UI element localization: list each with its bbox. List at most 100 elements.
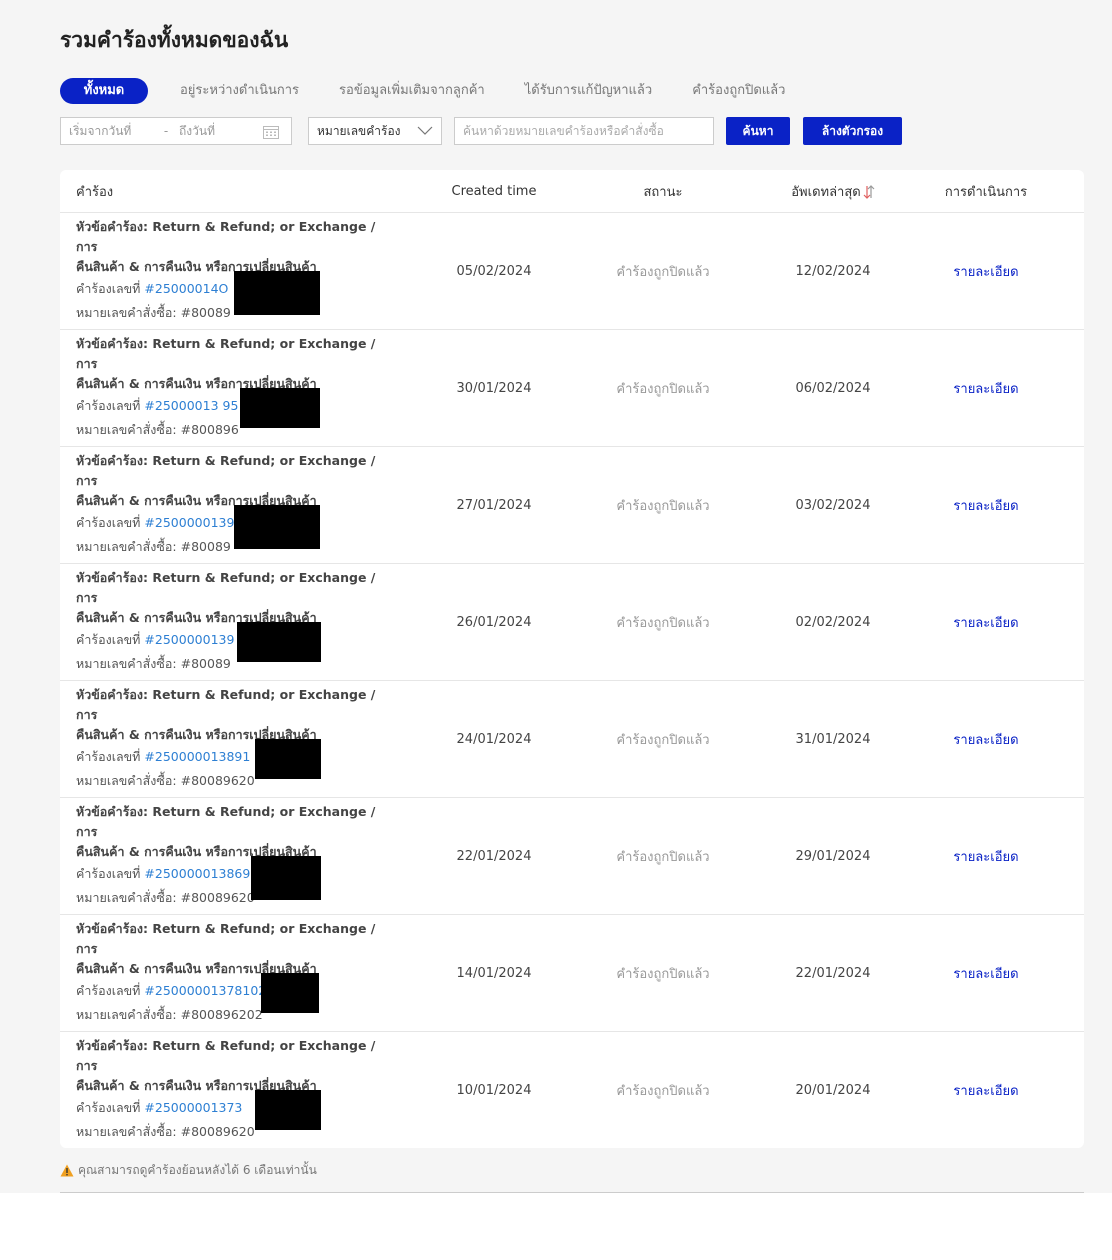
- redaction-block: [255, 1090, 321, 1130]
- action-cell: รายละเอียด: [888, 729, 1084, 750]
- table-row: หัวข้อคำร้อง: Return & Refund; or Exchan…: [60, 915, 1084, 1032]
- redaction-block: [261, 973, 319, 1013]
- updated-time: 29/01/2024: [795, 848, 871, 864]
- request-number-label: คำร้องเลขที่: [76, 515, 141, 530]
- request-cell: หัวข้อคำร้อง: Return & Refund; or Exchan…: [60, 334, 440, 442]
- request-number-link[interactable]: #2500000139: [144, 632, 234, 647]
- request-subject: หัวข้อคำร้อง: Return & Refund; or Exchan…: [76, 451, 396, 511]
- request-number-link[interactable]: #250000013869: [144, 866, 250, 881]
- notice-text: คุณสามารถดูคำร้องย้อนหลังได้ 6 เดือนเท่า…: [78, 1163, 317, 1177]
- status-text: คำร้องถูกปิดแล้ว: [616, 849, 710, 865]
- details-link[interactable]: รายละเอียด: [953, 1084, 1018, 1099]
- request-number-link[interactable]: #2500000139: [144, 515, 234, 530]
- requests-table: คำร้อง Created time สถานะ อัพเดทล่าสุด ก…: [60, 170, 1084, 1148]
- request-cell: หัวข้อคำร้อง: Return & Refund; or Exchan…: [60, 451, 440, 559]
- header-request: คำร้อง: [76, 184, 114, 200]
- redaction-block: [240, 388, 320, 428]
- sort-icon[interactable]: [863, 185, 875, 199]
- request-subject-line1: หัวข้อคำร้อง: Return & Refund; or Exchan…: [76, 921, 376, 956]
- request-number-link[interactable]: #250000013891: [144, 749, 250, 764]
- created-time: 30/01/2024: [456, 380, 532, 396]
- table-row: หัวข้อคำร้อง: Return & Refund; or Exchan…: [60, 564, 1084, 681]
- redaction-block: [255, 739, 321, 779]
- details-link[interactable]: รายละเอียด: [953, 850, 1018, 865]
- table-row: หัวข้อคำร้อง: Return & Refund; or Exchan…: [60, 447, 1084, 564]
- date-to-placeholder: ถึงวันที่: [179, 123, 215, 138]
- request-cell: หัวข้อคำร้อง: Return & Refund; or Exchan…: [60, 1036, 440, 1144]
- order-number-value: #80089620: [180, 890, 255, 905]
- request-subject: หัวข้อคำร้อง: Return & Refund; or Exchan…: [76, 1036, 396, 1096]
- request-subject-line1: หัวข้อคำร้อง: Return & Refund; or Exchan…: [76, 1038, 376, 1073]
- tab-in-progress[interactable]: อยู่ระหว่างดำเนินการ: [160, 78, 319, 104]
- order-number-label: หมายเลขคำสั่งซื้อ:: [76, 773, 177, 788]
- order-number-label: หมายเลขคำสั่งซื้อ:: [76, 890, 177, 905]
- request-subject: หัวข้อคำร้อง: Return & Refund; or Exchan…: [76, 802, 396, 862]
- date-separator: -: [163, 124, 169, 138]
- request-subject-line1: หัวข้อคำร้อง: Return & Refund; or Exchan…: [76, 453, 376, 488]
- details-link[interactable]: รายละเอียด: [953, 616, 1018, 631]
- order-number-value: #800896202: [180, 1007, 263, 1022]
- request-number-link[interactable]: #25000014O: [144, 281, 228, 296]
- updated-time: 06/02/2024: [795, 380, 871, 396]
- search-type-select[interactable]: หมายเลขคำร้อง: [308, 117, 442, 145]
- header-created: Created time: [451, 183, 537, 199]
- request-number-label: คำร้องเลขที่: [76, 1100, 141, 1115]
- updated-time: 22/01/2024: [795, 965, 871, 981]
- updated-time: 20/01/2024: [795, 1082, 871, 1098]
- header-action: การดำเนินการ: [944, 184, 1028, 200]
- order-number-line: หมายเลขคำสั่งซื้อ: #800896202: [76, 1003, 440, 1027]
- action-cell: รายละเอียด: [888, 495, 1084, 516]
- request-subject-line1: หัวข้อคำร้อง: Return & Refund; or Exchan…: [76, 804, 376, 839]
- status-text: คำร้องถูกปิดแล้ว: [616, 966, 710, 982]
- header-updated[interactable]: อัพเดทล่าสุด: [778, 181, 888, 202]
- page-title: รวมคำร้องทั้งหมดของฉัน: [60, 28, 289, 52]
- order-number-label: หมายเลขคำสั่งซื้อ:: [76, 305, 177, 320]
- request-subject-line1: หัวข้อคำร้อง: Return & Refund; or Exchan…: [76, 570, 376, 605]
- request-subject: หัวข้อคำร้อง: Return & Refund; or Exchan…: [76, 334, 396, 394]
- order-number-value: #80089620: [180, 1124, 255, 1139]
- order-number-label: หมายเลขคำสั่งซื้อ:: [76, 539, 177, 554]
- clear-filter-button[interactable]: ล้างตัวกรอง: [803, 117, 902, 145]
- details-link[interactable]: รายละเอียด: [953, 265, 1018, 280]
- details-link[interactable]: รายละเอียด: [953, 967, 1018, 982]
- order-number-value: #80089: [180, 656, 231, 671]
- request-subject-line1: หัวข้อคำร้อง: Return & Refund; or Exchan…: [76, 687, 376, 722]
- request-number-link[interactable]: #25000001378102: [144, 983, 266, 998]
- status-text: คำร้องถูกปิดแล้ว: [616, 1083, 710, 1099]
- details-link[interactable]: รายละเอียด: [953, 733, 1018, 748]
- header-status: สถานะ: [643, 184, 683, 200]
- table-row: หัวข้อคำร้อง: Return & Refund; or Exchan…: [60, 1032, 1084, 1148]
- order-number-value: #800896: [180, 422, 239, 437]
- status-tabs: ทั้งหมด อยู่ระหว่างดำเนินการ รอข้อมูลเพิ…: [60, 78, 805, 104]
- tab-awaiting-info[interactable]: รอข้อมูลเพิ่มเติมจากลูกค้า: [319, 78, 505, 104]
- history-notice: คุณสามารถดูคำร้องย้อนหลังได้ 6 เดือนเท่า…: [60, 1161, 317, 1180]
- tab-closed[interactable]: คำร้องถูกปิดแล้ว: [672, 78, 805, 104]
- updated-time: 02/02/2024: [795, 614, 871, 630]
- request-number-label: คำร้องเลขที่: [76, 866, 141, 881]
- request-number-link[interactable]: #25000013 95: [144, 398, 238, 413]
- search-button[interactable]: ค้นหา: [726, 117, 790, 145]
- header-updated-label: อัพเดทล่าสุด: [791, 184, 861, 200]
- footer-divider: [60, 1192, 1084, 1193]
- filter-bar: เริ่มจากวันที่ - ถึงวันที่ หมายเลขคำร้อง…: [60, 117, 902, 145]
- request-cell: หัวข้อคำร้อง: Return & Refund; or Exchan…: [60, 217, 440, 325]
- request-subject-line1: หัวข้อคำร้อง: Return & Refund; or Exchan…: [76, 219, 376, 254]
- tab-all[interactable]: ทั้งหมด: [60, 78, 148, 104]
- order-number-value: #80089: [180, 539, 231, 554]
- request-subject-line1: หัวข้อคำร้อง: Return & Refund; or Exchan…: [76, 336, 376, 371]
- request-number-link[interactable]: #25000001373: [144, 1100, 242, 1115]
- request-number-label: คำร้องเลขที่: [76, 632, 141, 647]
- date-range-picker[interactable]: เริ่มจากวันที่ - ถึงวันที่: [60, 117, 292, 145]
- tab-resolved[interactable]: ได้รับการแก้ปัญหาแล้ว: [505, 78, 672, 104]
- table-row: หัวข้อคำร้อง: Return & Refund; or Exchan…: [60, 681, 1084, 798]
- details-link[interactable]: รายละเอียด: [953, 499, 1018, 514]
- status-text: คำร้องถูกปิดแล้ว: [616, 732, 710, 748]
- order-number-value: #80089620: [180, 773, 255, 788]
- created-time: 22/01/2024: [456, 848, 532, 864]
- search-input[interactable]: [454, 117, 714, 145]
- order-number-label: หมายเลขคำสั่งซื้อ:: [76, 1007, 177, 1022]
- search-type-value: หมายเลขคำร้อง: [317, 123, 401, 138]
- details-link[interactable]: รายละเอียด: [953, 382, 1018, 397]
- status-text: คำร้องถูกปิดแล้ว: [616, 264, 710, 280]
- order-number-label: หมายเลขคำสั่งซื้อ:: [76, 422, 177, 437]
